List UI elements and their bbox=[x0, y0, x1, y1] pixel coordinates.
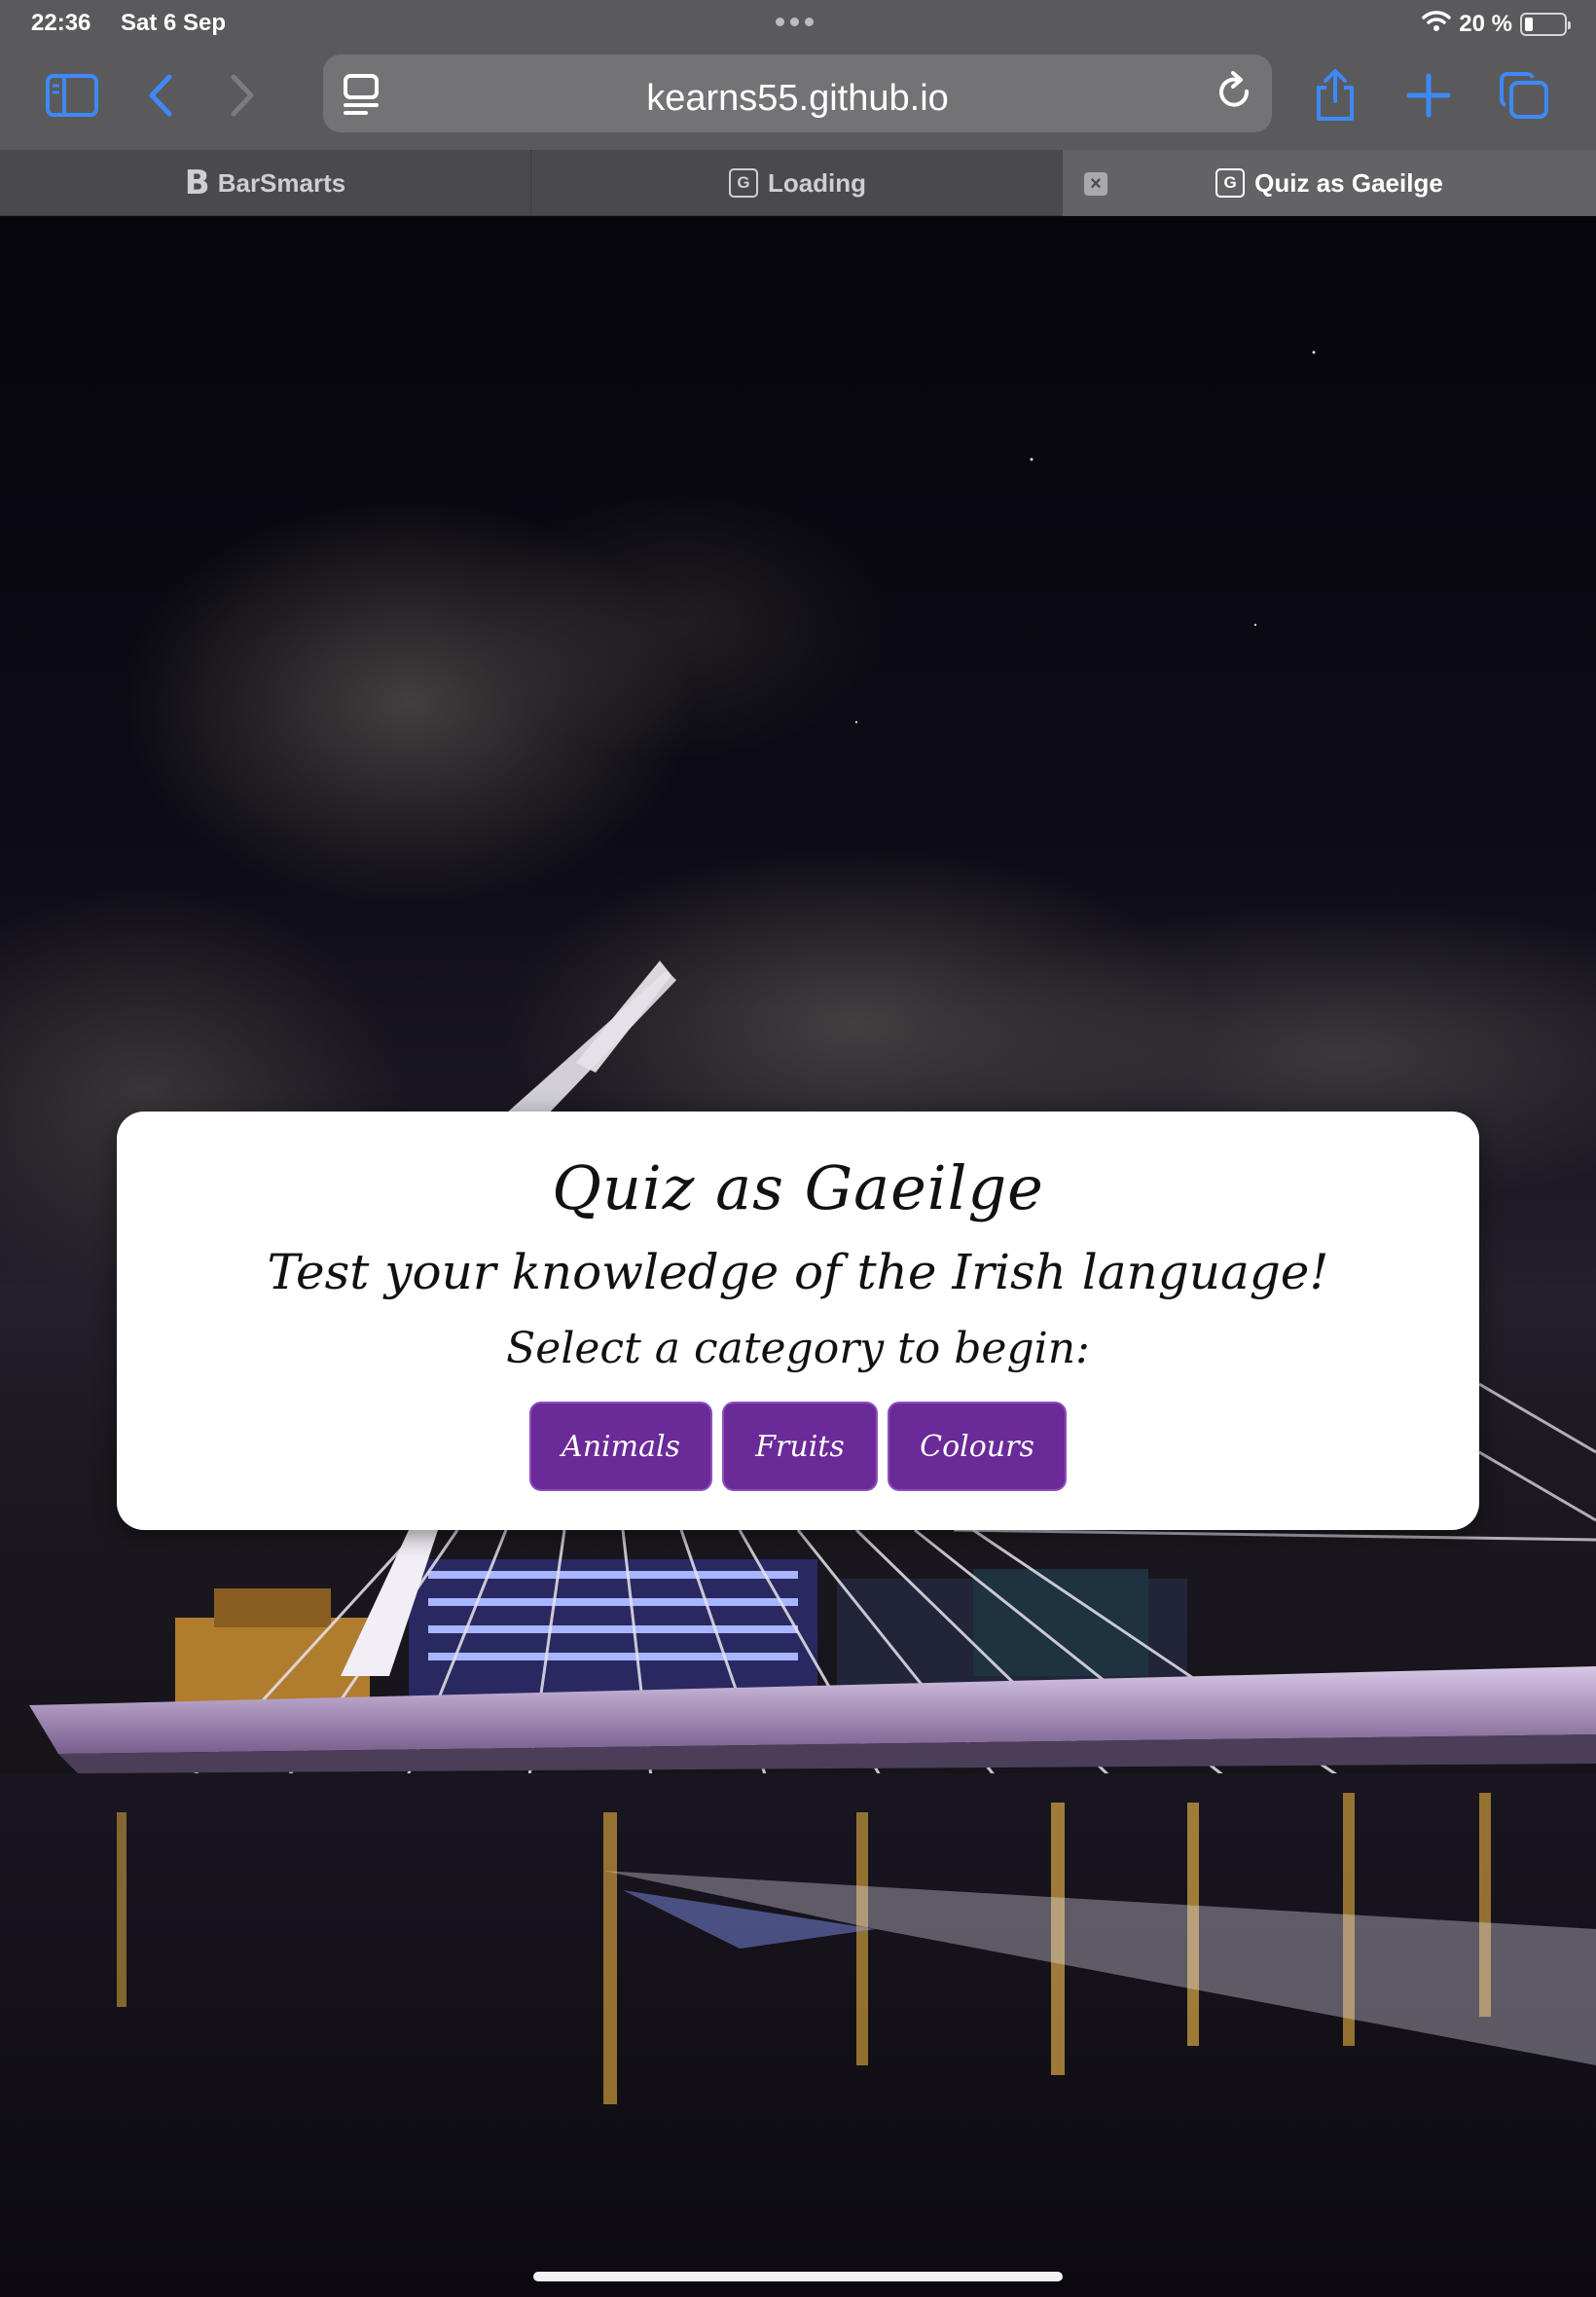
browser-toolbar: kearns55.github.io bbox=[0, 47, 1596, 150]
reload-icon[interactable] bbox=[1214, 70, 1256, 121]
page-background: Quiz as Gaeilge Test your knowledge of t… bbox=[0, 216, 1596, 2297]
tab-loading[interactable]: G Loading bbox=[532, 150, 1063, 216]
tab-quiz-as-gaeilge[interactable]: × G Quiz as Gaeilge bbox=[1063, 150, 1596, 216]
status-bar: 22:36 Sat 6 Sep 20 % bbox=[0, 0, 1596, 47]
tab-favicon: G bbox=[1215, 168, 1246, 198]
status-time: 22:36 bbox=[31, 10, 91, 36]
tab-label: Loading bbox=[767, 167, 867, 198]
quiz-card: Quiz as Gaeilge Test your knowledge of t… bbox=[117, 1112, 1479, 1530]
tab-bar: B BarSmarts G Loading × G Quiz as Gaeilg… bbox=[0, 150, 1596, 216]
sidebar-icon[interactable] bbox=[43, 66, 101, 125]
forward-icon[interactable] bbox=[212, 66, 271, 125]
battery-percent: 20 % bbox=[1459, 10, 1512, 37]
battery-icon bbox=[1520, 12, 1571, 36]
quiz-title: Quiz as Gaeilge bbox=[552, 1152, 1044, 1223]
tab-barsmarts[interactable]: B BarSmarts bbox=[0, 150, 531, 216]
close-tab-icon[interactable]: × bbox=[1084, 172, 1107, 196]
address-bar[interactable]: kearns55.github.io bbox=[323, 55, 1272, 132]
category-button-animals[interactable]: Animals bbox=[529, 1402, 712, 1491]
category-buttons: Animals Fruits Colours bbox=[117, 1402, 1479, 1491]
quiz-prompt: Select a category to begin: bbox=[506, 1324, 1090, 1373]
wifi-icon bbox=[1422, 9, 1452, 39]
tab-label: Quiz as Gaeilge bbox=[1254, 167, 1443, 198]
category-button-colours[interactable]: Colours bbox=[888, 1402, 1067, 1491]
tab-label: BarSmarts bbox=[217, 167, 346, 198]
new-tab-icon[interactable] bbox=[1399, 66, 1458, 125]
multitasking-dots-icon[interactable] bbox=[776, 18, 814, 26]
status-right: 20 % bbox=[1422, 9, 1571, 39]
share-icon[interactable] bbox=[1306, 66, 1364, 125]
tab-favicon: B bbox=[184, 164, 210, 202]
back-icon[interactable] bbox=[132, 66, 191, 125]
category-button-fruits[interactable]: Fruits bbox=[722, 1402, 878, 1491]
tab-favicon: G bbox=[728, 168, 758, 198]
home-indicator[interactable] bbox=[533, 2272, 1063, 2281]
status-date: Sat 6 Sep bbox=[121, 10, 227, 36]
quiz-subtitle: Test your knowledge of the Irish languag… bbox=[267, 1244, 1329, 1300]
tabs-overview-icon[interactable] bbox=[1495, 66, 1553, 125]
url-text: kearns55.github.io bbox=[646, 78, 949, 119]
